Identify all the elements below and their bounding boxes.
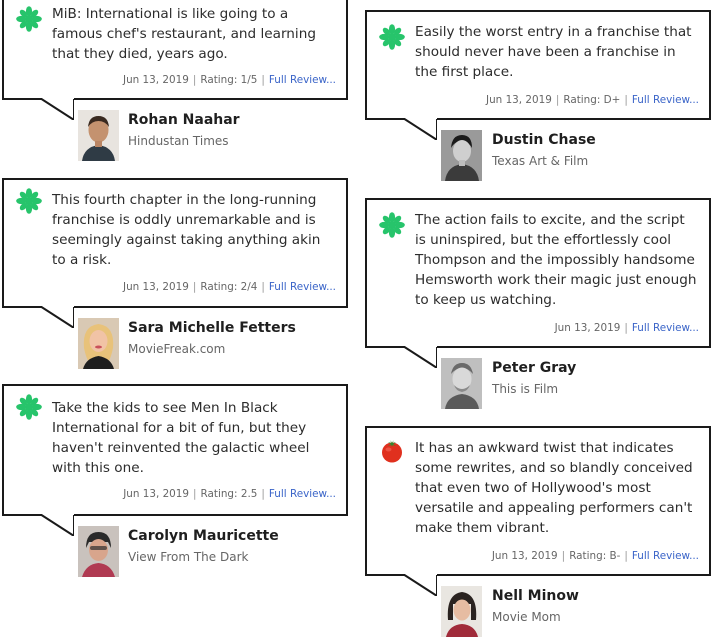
- critic-avatar: [78, 318, 119, 369]
- fresh-splat-icon: [16, 6, 42, 32]
- review-bubble: This fourth chapter in the long-running …: [2, 178, 348, 308]
- critic-name[interactable]: Peter Gray: [492, 360, 576, 376]
- review-rating: Rating: 2.5: [200, 488, 258, 500]
- review-quote: MiB: International is like going to a fa…: [52, 6, 316, 62]
- review-meta: Jun 13, 2019 | Rating: B- | Full Review...: [491, 550, 699, 562]
- speech-tail: [403, 574, 437, 596]
- review-date: Jun 13, 2019: [554, 322, 621, 334]
- critic-publication[interactable]: Texas Art & Film: [492, 154, 588, 168]
- review-date: Jun 13, 2019: [491, 550, 558, 562]
- critic-publication[interactable]: View From The Dark: [128, 550, 248, 564]
- fresh-splat-icon: [379, 24, 405, 50]
- review-bubble: It has an awkward twist that indicates s…: [365, 426, 711, 576]
- review-rating: Rating: 1/5: [200, 74, 258, 86]
- review-meta: Jun 13, 2019 | Rating: D+ | Full Review...: [486, 94, 699, 106]
- full-review-link[interactable]: Full Review...: [632, 322, 699, 334]
- review-date: Jun 13, 2019: [486, 94, 552, 106]
- critic-name[interactable]: Carolyn Mauricette: [128, 528, 279, 544]
- critic-name[interactable]: Nell Minow: [492, 588, 579, 604]
- full-review-link[interactable]: Full Review...: [269, 488, 336, 500]
- review-bubble: Easily the worst entry in a franchise th…: [365, 10, 711, 120]
- review-rating: Rating: 2/4: [200, 281, 258, 293]
- review-meta: Jun 13, 2019 | Rating: 2/4 | Full Review...: [123, 281, 336, 293]
- review-quote: Easily the worst entry in a franchise th…: [415, 24, 692, 80]
- critic-publication[interactable]: Movie Mom: [492, 610, 561, 624]
- fresh-splat-icon: [16, 394, 42, 420]
- full-review-link[interactable]: Full Review...: [632, 550, 699, 562]
- critic-avatar: [441, 358, 482, 409]
- speech-tail: [40, 514, 74, 536]
- full-review-link[interactable]: Full Review...: [269, 281, 336, 293]
- speech-tail: [403, 118, 437, 140]
- critic-name[interactable]: Rohan Naahar: [128, 112, 240, 128]
- speech-tail: [403, 346, 437, 368]
- speech-tail: [40, 98, 74, 120]
- review-date: Jun 13, 2019: [123, 488, 190, 500]
- review-quote: Take the kids to see Men In Black Intern…: [52, 400, 310, 476]
- review-quote: The action fails to excite, and the scri…: [415, 212, 697, 308]
- critic-name[interactable]: Sara Michelle Fetters: [128, 320, 296, 336]
- critic-name[interactable]: Dustin Chase: [492, 132, 596, 148]
- tomato-icon: [379, 438, 405, 464]
- review-rating: Rating: D+: [563, 94, 621, 106]
- review-rating: Rating: B-: [569, 550, 621, 562]
- critic-publication[interactable]: MovieFreak.com: [128, 342, 225, 356]
- fresh-splat-icon: [379, 212, 405, 238]
- critic-publication[interactable]: Hindustan Times: [128, 134, 229, 148]
- critic-avatar: [441, 586, 482, 637]
- review-quote: It has an awkward twist that indicates s…: [415, 440, 693, 536]
- full-review-link[interactable]: Full Review...: [632, 94, 699, 106]
- review-bubble: The action fails to excite, and the scri…: [365, 198, 711, 348]
- review-meta: Jun 13, 2019 | Rating: 2.5 | Full Review...: [123, 488, 336, 500]
- review-bubble: Take the kids to see Men In Black Intern…: [2, 384, 348, 516]
- critic-publication[interactable]: This is Film: [492, 382, 558, 396]
- review-bubble: MiB: International is like going to a fa…: [2, 0, 348, 100]
- review-date: Jun 13, 2019: [123, 281, 189, 293]
- critic-avatar: [441, 130, 482, 181]
- fresh-splat-icon: [16, 188, 42, 214]
- review-date: Jun 13, 2019: [123, 74, 189, 86]
- full-review-link[interactable]: Full Review...: [269, 74, 336, 86]
- speech-tail: [40, 306, 74, 328]
- critic-avatar: [78, 110, 119, 161]
- critic-avatar: [78, 526, 119, 577]
- review-meta: Jun 13, 2019 | Full Review...: [554, 322, 699, 334]
- review-quote: This fourth chapter in the long-running …: [52, 192, 321, 268]
- review-meta: Jun 13, 2019 | Rating: 1/5 | Full Review...: [123, 74, 336, 86]
